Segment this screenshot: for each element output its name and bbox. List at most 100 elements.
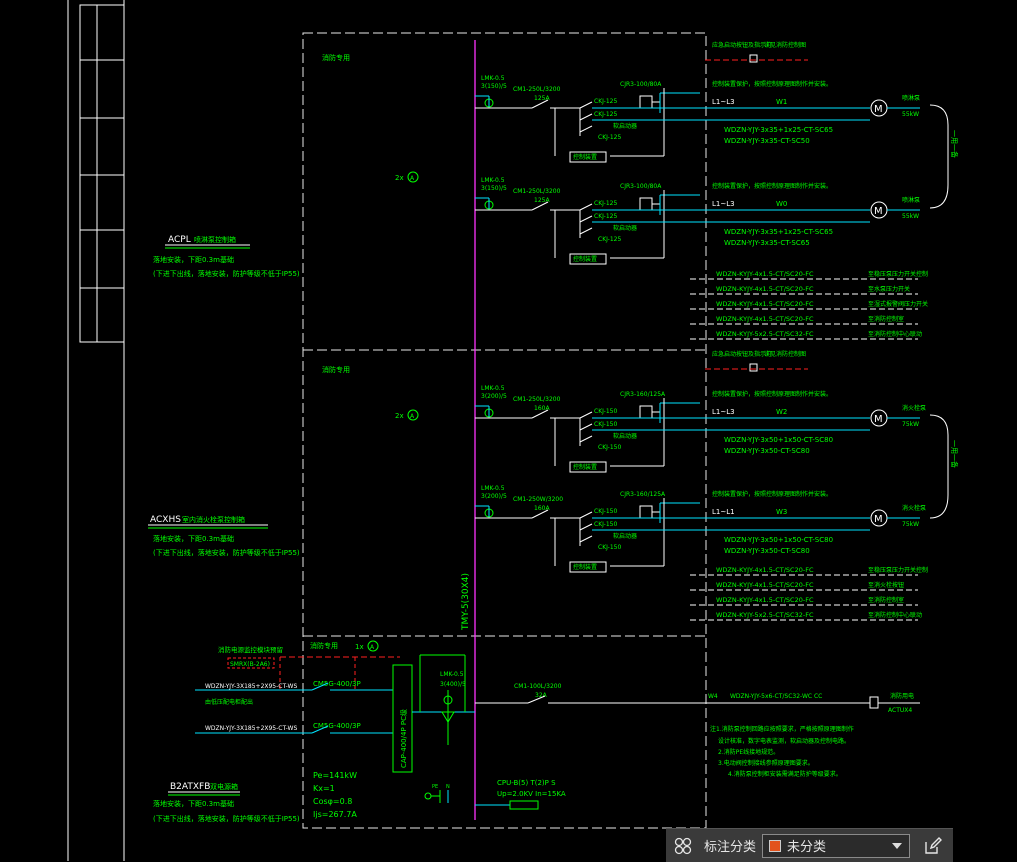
control-dest: 至消防控制室	[868, 596, 904, 604]
k1-label: CKJ-150	[594, 408, 617, 415]
control-cable: WDZN-KYJY-4x1.5-CT/SC20-FC	[716, 300, 814, 308]
motor-power: 55kW	[902, 213, 919, 220]
loop-label: W2	[776, 408, 787, 416]
control-cable-row: WDZN-KYJY-4x1.5-CT/SC20-FC 至消防控制室	[690, 315, 918, 325]
svg-text:应急启动按钮及指示灯: 应急启动按钮及指示灯	[712, 350, 772, 358]
ct-label: 3(150)/5	[481, 185, 507, 192]
control-dest: 至稳压泵压力开关控制	[868, 270, 928, 278]
control-cable: WDZN-KYJY-5x2.5-CT/SC32-FC	[716, 330, 814, 338]
svg-text:Up=2.0KV In=15KA: Up=2.0KV In=15KA	[497, 790, 566, 798]
control-dest: 至稳压泵压力开关控制	[868, 566, 928, 574]
control-cable-row: WDZN-KYJY-5x2.5-CT/SC32-FC 至消防控制中心联动	[690, 330, 922, 340]
ct-label: 3(200)/5	[481, 393, 507, 400]
svg-text:应急启动按钮及指示灯: 应急启动按钮及指示灯	[712, 41, 772, 49]
svg-text:W4: W4	[708, 693, 718, 700]
control-cable: WDZN-KYJY-4x1.5-CT/SC20-FC	[716, 581, 814, 589]
cable2-label: WDZN-YJY-3x50-CT-SC80	[724, 447, 810, 455]
k3-label: CKJ-150	[598, 544, 621, 551]
svg-text:SMRX(B-2A6): SMRX(B-2A6)	[230, 661, 270, 668]
edit-icon[interactable]	[916, 829, 950, 862]
loop-label: W0	[776, 200, 787, 208]
control-dest: 至湿式报警阀压力开关	[868, 300, 928, 308]
svg-text:(下进下出线，落地安装，防护等级不低于IP55): (下进下出线，落地安装，防护等级不低于IP55)	[153, 548, 300, 557]
line-label: L1~L3	[712, 408, 735, 416]
ctrl-label: 控制装置	[573, 563, 597, 571]
grid-icon[interactable]	[666, 829, 700, 862]
category-select-value: 未分类	[787, 840, 827, 855]
ctrl-label: 控制装置	[573, 463, 597, 471]
control-dest: 至消火栓按钮	[868, 581, 904, 589]
svg-text:2.消防PE线接地规范。: 2.消防PE线接地规范。	[718, 748, 779, 756]
ct-label: 3(200)/5	[481, 493, 507, 500]
svg-text:双电源箱: 双电源箱	[210, 782, 238, 791]
cable2-label: WDZN-YJY-3x50-CT-SC80	[724, 547, 810, 555]
svg-text:消防电源监控模块预留: 消防电源监控模块预留	[218, 645, 283, 654]
svg-text:Pe=141kW: Pe=141kW	[313, 771, 357, 780]
motor-power: 75kW	[902, 521, 919, 528]
svg-text:ACPL: ACPL	[168, 235, 191, 245]
svg-text:M: M	[874, 414, 883, 425]
annotation-category-select[interactable]: 未分类	[762, 833, 911, 858]
svg-text:WDZN-YJY-3X185+2X95-CT-WS: WDZN-YJY-3X185+2X95-CT-WS	[205, 683, 297, 690]
ctrl-label: 控制装置	[573, 255, 597, 263]
breaker-label: CM1-250L/3200	[513, 396, 561, 403]
svg-text:ACTUX4: ACTUX4	[888, 707, 912, 714]
svg-text:2x: 2x	[395, 174, 404, 182]
control-cable-row: WDZN-KYJY-4x1.5-CT/SC20-FC 至消防控制室	[690, 596, 918, 606]
rating-label: 125A	[534, 197, 550, 204]
svg-text:一用一备: 一用一备	[950, 130, 959, 158]
svg-text:B2ATXFB: B2ATXFB	[170, 782, 210, 792]
control-cable: WDZN-KYJY-4x1.5-CT/SC20-FC	[716, 315, 814, 323]
control-cable-row: WDZN-KYJY-4x1.5-CT/SC20-FC 至水泵压力开关	[690, 285, 918, 295]
starter-label: 软启动器	[613, 532, 637, 540]
cable1-label: WDZN-YJY-3x35+1x25-CT-SC65	[724, 228, 833, 236]
annotation-toolbar: 标注分类 未分类	[666, 828, 953, 862]
k2-label: CKJ-125	[594, 111, 617, 118]
k3-label: CKJ-125	[598, 236, 621, 243]
svg-text:CPU-B(5) T(2)P S: CPU-B(5) T(2)P S	[497, 779, 556, 787]
rating-label: 125A	[534, 95, 550, 102]
cable1-label: WDZN-YJY-3x50+1x50-CT-SC80	[724, 536, 833, 544]
svg-text:CM5G-400/3P: CM5G-400/3P	[313, 722, 361, 730]
control-cable: WDZN-KYJY-4x1.5-CT/SC20-FC	[716, 566, 814, 574]
svg-text:Ijs=267.7A: Ijs=267.7A	[313, 810, 357, 819]
meter-label: LMK-0.5	[481, 385, 505, 392]
svg-text:注1.消防泵控制回路应按照要求，严格按照原理图制作: 注1.消防泵控制回路应按照要求，严格按照原理图制作	[710, 725, 854, 733]
svg-text:(下进下出线，落地安装，防护等级不低于IP55): (下进下出线，落地安装，防护等级不低于IP55)	[153, 814, 300, 823]
svg-text:1x: 1x	[355, 643, 364, 651]
svg-text:(下进下出线，落地安装，防护等级不低于IP55): (下进下出线，落地安装，防护等级不低于IP55)	[153, 269, 300, 278]
panel-acpl: ACPL 喷淋泵控制箱 落地安装，下距0.3m基础 (下进下出线，落地安装，防护…	[153, 235, 300, 278]
ctrl-label: 控制装置	[573, 153, 597, 161]
control-cable: WDZN-KYJY-4x1.5-CT/SC20-FC	[716, 285, 814, 293]
control-cable-row: WDZN-KYJY-5x2.5-CT/SC32-FC 至消防控制中心联动	[690, 611, 922, 621]
k3-label: CKJ-150	[598, 444, 621, 451]
contactor-label: CJR3-100/80A	[620, 81, 662, 88]
ct-label: 3(150)/5	[481, 83, 507, 90]
chevron-down-icon	[892, 842, 903, 849]
svg-text:M: M	[874, 514, 883, 525]
breaker-label: CM1-250W/3200	[513, 496, 563, 503]
svg-text:详见消防控制图: 详见消防控制图	[764, 41, 806, 49]
control-cable: WDZN-KYJY-4x1.5-CT/SC20-FC	[716, 270, 814, 278]
svg-text:WDZN-YJY-5x6-CT/SC32-WC CC: WDZN-YJY-5x6-CT/SC32-WC CC	[730, 693, 822, 700]
rating-label: 160A	[534, 405, 550, 412]
control-cable: WDZN-KYJY-5x2.5-CT/SC32-FC	[716, 611, 814, 619]
svg-text:4.消防泵控制柜安装需满足防护等级要求。: 4.消防泵控制柜安装需满足防护等级要求。	[728, 770, 842, 778]
svg-text:落地安装，下距0.3m基础: 落地安装，下距0.3m基础	[153, 255, 234, 264]
motor-label: 消火栓泵	[902, 504, 926, 512]
starter-label: 软启动器	[613, 224, 637, 232]
circuit-note: 控制装置保护，按照控制原理图制作并安装。	[712, 390, 832, 398]
svg-text:落地安装，下距0.3m基础: 落地安装，下距0.3m基础	[153, 799, 234, 808]
cable1-label: WDZN-YJY-3x35+1x25-CT-SC65	[724, 126, 833, 134]
cad-drawing-canvas[interactable]: TMY-5(30X4) 消防专用 消防专用 消防专用 2x A 2x A 1x …	[0, 0, 1017, 861]
rating-label: 160A	[534, 505, 550, 512]
svg-text:3(400)/5: 3(400)/5	[440, 681, 466, 688]
svg-text:消防用电: 消防用电	[890, 692, 914, 700]
control-cable-row: WDZN-KYJY-4x1.5-CT/SC20-FC 至消火栓按钮	[690, 581, 918, 591]
category-color-swatch	[769, 839, 782, 852]
notes-block: 注1.消防泵控制回路应按照要求，严格按照原理图制作 设计核准，数字电表监测，软启…	[710, 725, 854, 778]
right-bracket-1: 一用一备	[929, 104, 959, 209]
svg-text:M: M	[874, 104, 883, 115]
cable2-label: WDZN-YJY-3x35-CT-SC65	[724, 239, 810, 247]
svg-text:设计核准，数字电表监测，软启动器及控制电路。: 设计核准，数字电表监测，软启动器及控制电路。	[718, 737, 850, 745]
